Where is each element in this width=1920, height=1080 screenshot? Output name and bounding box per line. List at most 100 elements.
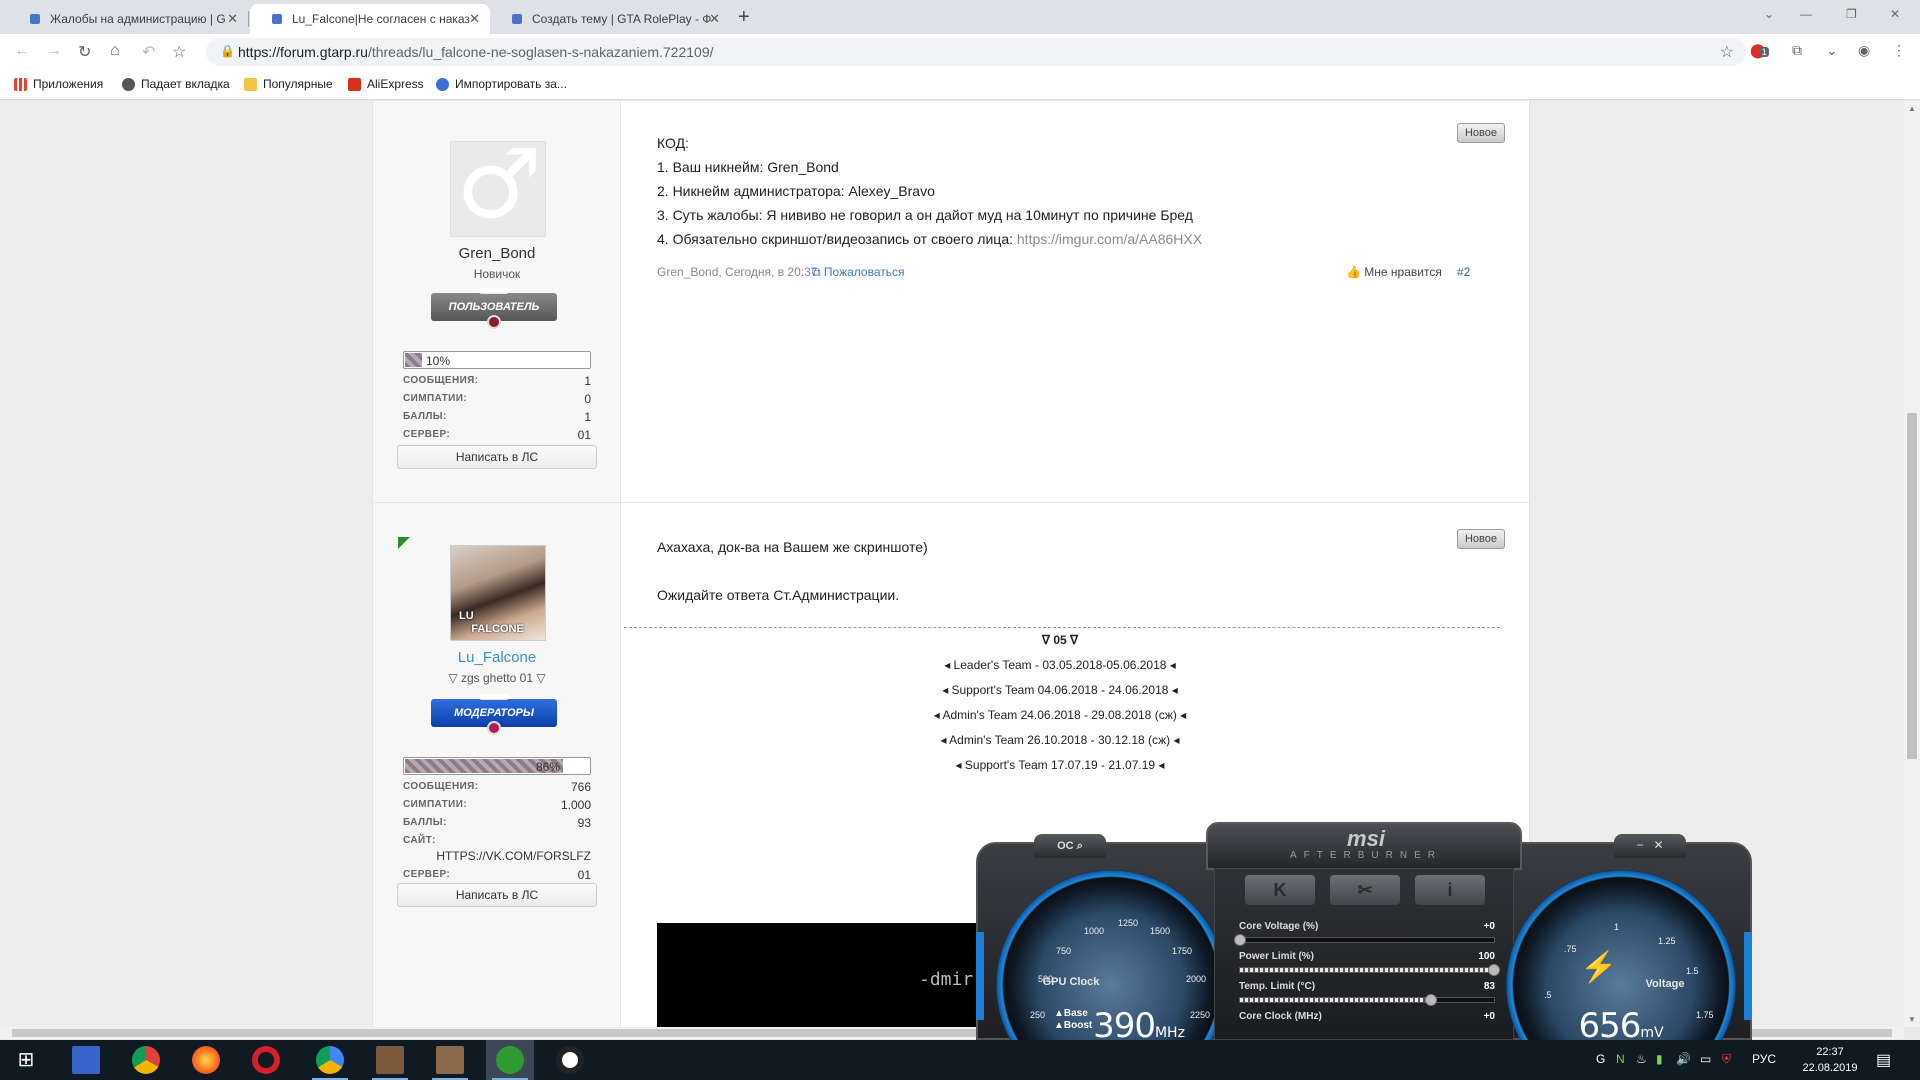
slider-knob[interactable]	[1424, 994, 1437, 1006]
reload-icon[interactable]: ↻	[78, 42, 91, 62]
stat-value[interactable]: 1	[584, 374, 591, 388]
scrollbar-thumb[interactable]	[1907, 413, 1917, 759]
username-link[interactable]: Lu_Falcone	[373, 649, 621, 666]
slider-track[interactable]	[1239, 994, 1495, 1006]
temp-limit-slider[interactable]: Temp. Limit (°C) 83	[1235, 981, 1499, 1011]
volume-tray-icon[interactable]: 🔊	[1676, 1052, 1691, 1066]
slider-fill	[1240, 968, 1494, 972]
tab-complaints[interactable]: Жалобы на администрацию | G ✕	[8, 4, 248, 34]
taskbar-app-save[interactable]	[62, 1040, 110, 1080]
taskbar-app-firefox[interactable]	[182, 1040, 230, 1080]
notifications-icon[interactable]: ▤	[1876, 1050, 1891, 1070]
stat-value[interactable]: 766	[571, 780, 591, 794]
battery-tray-icon[interactable]: ▮	[1656, 1052, 1663, 1066]
stat-value[interactable]: 1	[584, 410, 591, 424]
tab-search-dropdown-icon[interactable]: ⌄	[1764, 7, 1774, 21]
taskbar-app-chrome-open[interactable]	[306, 1040, 354, 1080]
oc-scanner-button[interactable]: OC ⌕	[1034, 834, 1106, 858]
afterburner-button-row: K ✂ i	[1215, 873, 1515, 909]
report-link[interactable]: ⧉ Пожаловаться	[812, 265, 904, 280]
taskbar-app-xbox[interactable]	[486, 1040, 534, 1080]
star-icon[interactable]: ☆	[1720, 42, 1734, 62]
undo-icon[interactable]: ↶	[142, 42, 155, 62]
logitech-tray-icon[interactable]: G	[1596, 1052, 1605, 1066]
afterburner-minimize-icon[interactable]: −	[1636, 838, 1643, 852]
steam-tray-icon[interactable]: ♨	[1636, 1052, 1647, 1066]
start-button[interactable]: ⊞	[2, 1040, 50, 1080]
nvidia-tray-icon[interactable]: N	[1616, 1052, 1625, 1066]
tab-close-icon[interactable]: ✕	[227, 11, 238, 27]
new-badge: Новое	[1457, 529, 1505, 549]
system-clock[interactable]: 22:37 22.08.2019	[1800, 1044, 1860, 1076]
network-tray-icon[interactable]: ▭	[1700, 1052, 1711, 1066]
scroll-down-arrow-icon[interactable]: ▼	[1908, 1015, 1916, 1024]
stat-value[interactable]: 93	[578, 816, 591, 830]
vertical-scrollbar[interactable]: ▲ ▼	[1904, 101, 1920, 1027]
signature-line: ◂ Support's Team 17.07.19 - 21.07.19 ◂	[955, 758, 1165, 772]
clock-time: 22:37	[1816, 1046, 1844, 1058]
input-language-indicator[interactable]: РУС	[1752, 1052, 1776, 1066]
taskbar-app-opera[interactable]	[242, 1040, 290, 1080]
user-website-link[interactable]: HTTPS://VK.COM/FORSLFZ	[403, 849, 591, 863]
activity-progress-bar: 10%	[403, 351, 591, 369]
bookmark-popular[interactable]: Популярные	[244, 77, 333, 91]
post-meta[interactable]: Gren_Bond, Сегодня, в 20:37	[657, 265, 817, 279]
tab-create-topic[interactable]: Создать тему | GTA RolePlay - Ф ✕	[490, 4, 730, 34]
power-limit-slider[interactable]: Power Limit (%) 100	[1235, 951, 1500, 981]
slider-track[interactable]	[1239, 964, 1500, 976]
back-arrow-icon[interactable]: ←	[14, 42, 30, 60]
cast-icon[interactable]: ⧉	[1792, 42, 1802, 59]
slider-knob[interactable]	[1488, 964, 1500, 976]
avatar[interactable]: ♂	[450, 134, 546, 237]
stat-site: САЙТ:	[403, 835, 591, 846]
info-button[interactable]: i	[1415, 875, 1485, 905]
tab-lu-falcone[interactable]: Lu_Falcone|Не согласен с наказ ✕	[250, 4, 490, 34]
bookmark-crashing-tab[interactable]: Падает вкладка	[122, 77, 230, 91]
bookmark-aliexpress[interactable]: AliExpress	[348, 77, 424, 91]
tab-close-icon[interactable]: ✕	[709, 11, 720, 27]
scroll-up-arrow-icon[interactable]: ▲	[1908, 104, 1916, 113]
download-chevron-icon[interactable]: ⌄	[1826, 42, 1838, 59]
restore-button[interactable]: ❐	[1846, 7, 1857, 21]
taskbar-app-logitech[interactable]	[546, 1040, 594, 1080]
stat-value[interactable]: 1.000	[561, 798, 591, 812]
home-icon[interactable]: ⌂	[110, 42, 120, 60]
forward-arrow-icon[interactable]: →	[46, 42, 62, 60]
afterburner-header: msi AFTERBURNER	[1206, 822, 1522, 870]
scan-button[interactable]: ✂	[1330, 875, 1400, 905]
new-tab-button[interactable]: +	[738, 6, 750, 29]
post-content: Новое КОД: 1. Ваш никнейм: Gren_Bond 2. …	[622, 101, 1531, 502]
taskbar-app-game-2[interactable]	[426, 1040, 474, 1080]
taskbar-app-game-1[interactable]	[366, 1040, 414, 1080]
post-permalink[interactable]: #2	[1457, 265, 1470, 279]
send-pm-button[interactable]: Написать в ЛС	[397, 445, 597, 469]
lock-icon[interactable]: 🔒	[220, 44, 235, 58]
extension-badge-icon[interactable]: ⬤1	[1750, 42, 1769, 59]
send-pm-button[interactable]: Написать в ЛС	[397, 883, 597, 907]
url-text[interactable]: https://forum.gtarp.ru/threads/lu_falcon…	[238, 44, 714, 60]
bookmark-star-icon[interactable]: ☆	[172, 42, 186, 62]
taskbar-app-chrome[interactable]	[122, 1040, 170, 1080]
address-bar[interactable]: 🔒 https://forum.gtarp.ru/threads/lu_falc…	[206, 38, 1746, 66]
slider-track[interactable]	[1234, 934, 1495, 946]
antivirus-tray-icon[interactable]: ⛨	[1722, 1052, 1731, 1067]
like-button[interactable]: 👍 Мне нравится	[1346, 265, 1442, 279]
core-clock-slider[interactable]: Core Clock (MHz) +0	[1235, 1011, 1499, 1041]
tab-close-icon[interactable]: ✕	[469, 11, 480, 27]
bookmark-apps[interactable]: Приложения	[14, 77, 103, 91]
username-link[interactable]: Gren_Bond	[373, 245, 621, 262]
kombustor-button[interactable]: K	[1245, 875, 1315, 905]
close-window-button[interactable]: ✕	[1890, 7, 1900, 21]
slider-knob[interactable]	[1234, 934, 1246, 946]
profile-avatar-icon[interactable]: ◉	[1858, 42, 1870, 59]
avatar[interactable]: LU FALCONE	[450, 545, 546, 641]
core-voltage-slider[interactable]: Core Voltage (%) +0	[1234, 921, 1499, 951]
tab-title: Lu_Falcone|Не согласен с наказ	[292, 12, 470, 26]
afterburner-close-icon[interactable]: ✕	[1653, 838, 1663, 852]
evidence-link[interactable]: https://imgur.com/a/AA86HXX	[1017, 231, 1202, 247]
minimize-button[interactable]: —	[1800, 7, 1812, 21]
bookmark-import[interactable]: Импортировать за...	[436, 77, 567, 91]
stat-value[interactable]: 0	[584, 392, 591, 406]
stat-label: СЕРВЕР:	[403, 429, 451, 440]
menu-kebab-icon[interactable]: ⋮	[1892, 42, 1906, 59]
